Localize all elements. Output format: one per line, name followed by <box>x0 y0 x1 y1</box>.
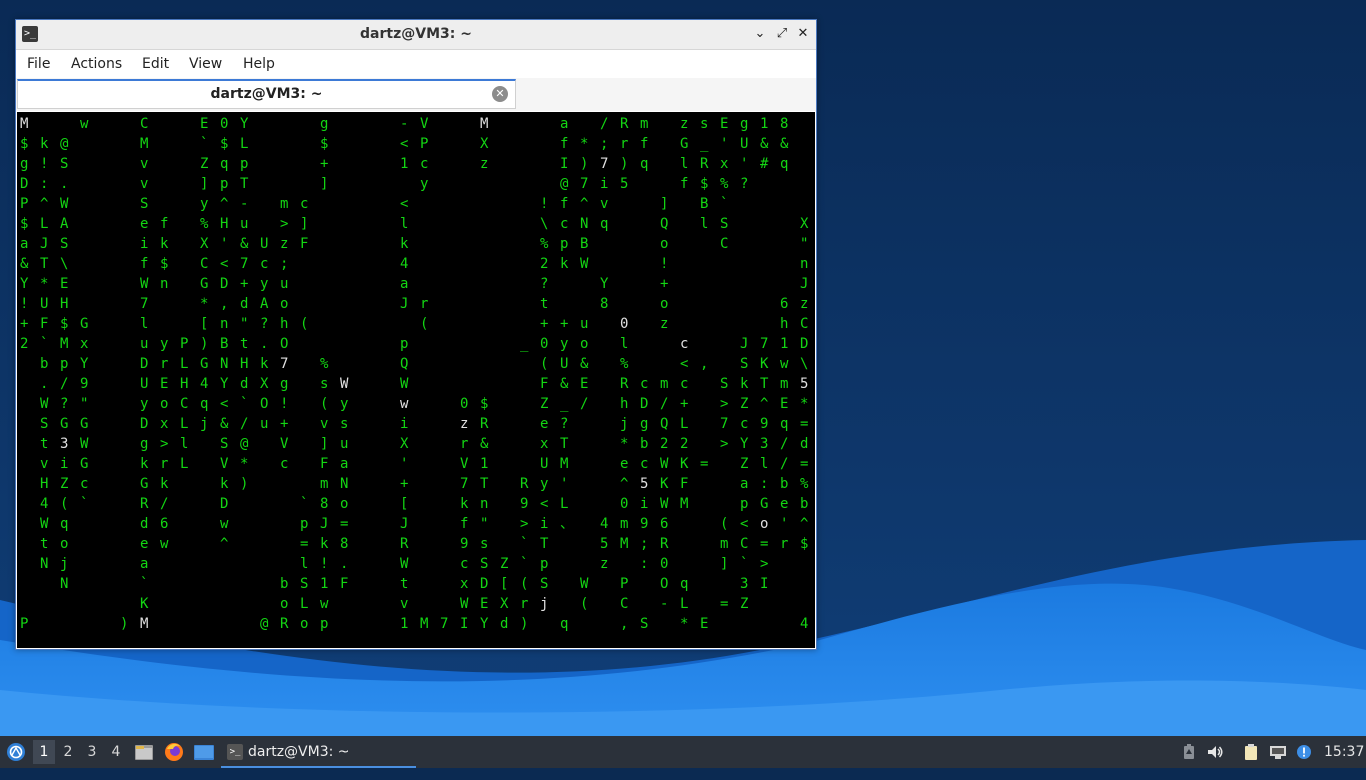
terminal-line: ./9 UEH4YdXg sW W F & E Rcmc SkTm5 <box>40 376 808 392</box>
terminal-line: N ` bS1F t xD[(S W P Oq 3I Z <box>60 576 815 592</box>
workspace-1[interactable]: 1 <box>33 740 55 764</box>
window-titlebar[interactable]: >_ dartz@VM3: ~ ⌄ ⤢ ✕ <box>16 20 816 50</box>
close-window-button[interactable]: ✕ <box>795 26 811 42</box>
terminal-line: t3W g>l S@ V ]u X r& xT *b22 >Y3/dW <box>40 436 815 452</box>
taskbar-terminal-task[interactable]: >_ dartz@VM3: ~ <box>221 736 416 768</box>
terminal-line: W?" yoCq<`O! (y w 0$ Z_/ hD/+ >Z^E*1 <box>40 396 815 412</box>
desktop-icon <box>194 745 214 760</box>
menu-bar: File Actions Edit View Help <box>16 50 816 78</box>
tab-bar: dartz@VM3: ~ ✕ <box>16 78 816 111</box>
menu-file[interactable]: File <box>27 50 50 78</box>
workspace-2[interactable]: 2 <box>57 740 79 764</box>
matrix-rain-output: M w C E0Y g -V M a /Rm zsEg18 = ' $k@ M `… <box>20 116 815 632</box>
menu-view[interactable]: View <box>189 50 222 78</box>
taskbar: 1 2 3 4 >_ dartz@VM3: ~ 15:37 <box>0 736 1366 768</box>
tab-label: dartz@VM3: ~ <box>210 86 323 102</box>
terminal-line: bpY DrLGNHk7 % Q (U& % <, SKw\= <box>40 356 815 372</box>
network-icon[interactable] <box>1269 744 1287 760</box>
terminal-line: $LA ef %Hu >] l \cNq Q lS XM <box>20 216 815 232</box>
terminal-line: SGG DxLj&/u+ vs i zR e? jgQL 7c9q=b <box>40 416 815 432</box>
terminal-line: M w C E0Y g -V M a /Rm zsEg18 = ' <box>20 116 815 132</box>
start-menu-button[interactable] <box>4 736 28 768</box>
file-manager-icon <box>135 745 153 760</box>
firefox-launcher[interactable] <box>163 736 185 768</box>
maximize-button[interactable]: ⤢ <box>774 26 790 42</box>
menu-actions[interactable]: Actions <box>71 50 122 78</box>
terminal-line: P^W S y^- mc < !f^v ] B` w <box>20 196 815 212</box>
terminal-line: 2`Mx uyP)Bt.O p _0yo l c J71Di <box>20 336 815 352</box>
terminal-line: viG krL V* c Fa ' V1 UM ecWK= Zl/=Oc <box>40 456 815 472</box>
terminal-line: Nj a l!. W cSZ`p z :0 ]`> b <box>40 556 815 572</box>
firefox-icon <box>165 743 183 761</box>
lubuntu-logo-icon <box>7 743 25 761</box>
terminal-line: !UH 7 *,dAo Jr t 8 o 6zN C <box>20 296 815 312</box>
terminal-line: g!S v Zqp + 1c z I)7)q lRx'#q # R <box>20 156 815 172</box>
workspace-3[interactable]: 3 <box>81 740 103 764</box>
volume-icon[interactable] <box>1206 744 1224 760</box>
minimize-button[interactable]: ⌄ <box>752 26 768 42</box>
workspace-4[interactable]: 4 <box>105 740 127 764</box>
terminal-line: to ew ^ =k8 R 9s `T 5M;R mC=r$? <box>40 536 815 552</box>
terminal-line: K oLw v WEXrj ( C -L =Z # <box>140 596 815 612</box>
terminal-line: Y*E Wn GD+yu a ? Y + JQ * <box>20 276 815 292</box>
terminal-line: aJS ik X'&UzF k %pB o C ", ) <box>20 236 815 252</box>
clipboard-icon[interactable] <box>1242 744 1260 760</box>
terminal-line: Wq d6 w pJ= J f" >i、 4m96 (<o'^C <box>40 516 815 532</box>
terminal-line: $k@ M `$L $ <P X f*;rf G_'U&& Y ` <box>20 136 815 152</box>
terminal-icon: >_ <box>227 744 243 760</box>
file-manager-launcher[interactable] <box>134 736 154 768</box>
notification-icon[interactable] <box>1296 744 1314 760</box>
menu-edit[interactable]: Edit <box>142 50 169 78</box>
terminal-line: P ) M @ Ro p 1 M 7 I Yd) q ,S * E 4 <box>20 616 808 632</box>
task-label: dartz@VM3: ~ <box>248 744 350 760</box>
tab-terminal[interactable]: dartz@VM3: ~ ✕ <box>17 79 516 109</box>
terminal-line: HZc Gk k) mN + 7T Ry' ^5KF a:b%$] <box>40 476 815 492</box>
clock[interactable]: 15:37 <box>1324 736 1364 768</box>
tab-close-icon[interactable]: ✕ <box>492 86 508 102</box>
terminal-output[interactable]: M w C E0Y g -V M a /Rm zsEg18 = ' $k@ M `… <box>17 112 815 648</box>
menu-help[interactable]: Help <box>243 50 275 78</box>
terminal-line: D:. v ]pT ] y @7i5 f$%? w <box>20 176 815 192</box>
terminal-line: +F$G l [n"?h( ( ++u 0 z hC* & <box>20 316 815 332</box>
battery-icon[interactable] <box>1180 744 1198 760</box>
terminal-line: 4(` R/ D `8o [ kn 9<L 0iWM pGebQI <box>40 496 815 512</box>
terminal-window[interactable]: >_ dartz@VM3: ~ ⌄ ⤢ ✕ File Actions Edit … <box>15 19 817 650</box>
terminal-line: &T\ f$ C<7c; 4 2kW ! n; , <box>20 256 815 272</box>
window-title: dartz@VM3: ~ <box>360 26 472 42</box>
show-desktop-launcher[interactable] <box>192 736 216 768</box>
